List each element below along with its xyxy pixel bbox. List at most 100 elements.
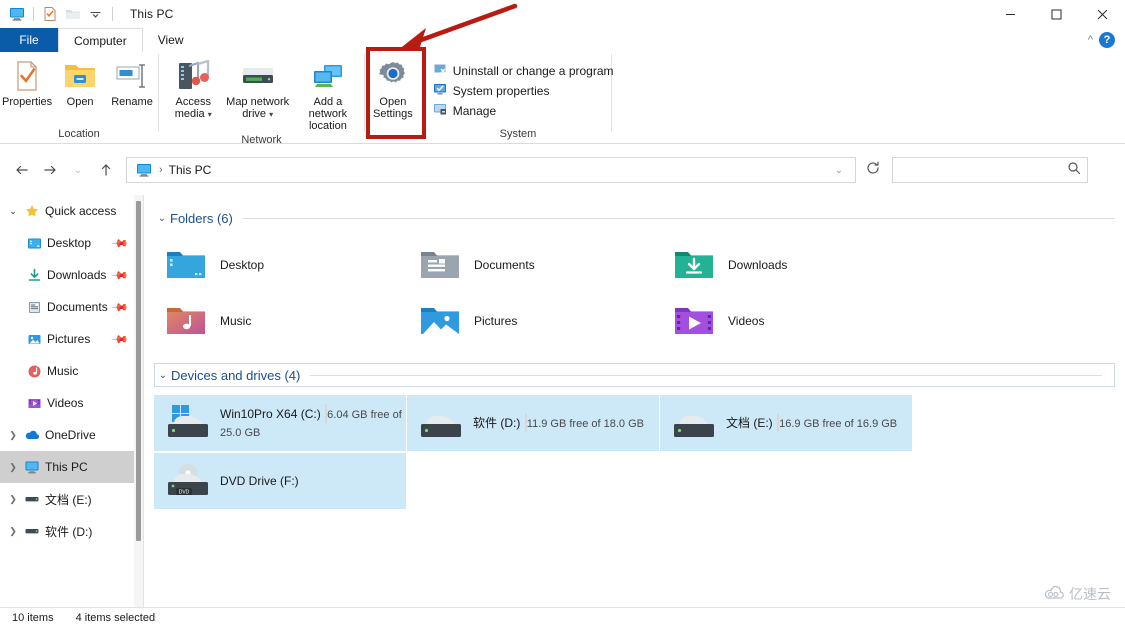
tab-view[interactable]: View (143, 28, 199, 52)
sidebar-item-label: 软件 (D:) (45, 523, 92, 540)
open-button[interactable]: Open (54, 56, 106, 108)
properties-icon[interactable] (41, 5, 59, 23)
sidebar-item-pictures[interactable]: Pictures 📌 (0, 323, 143, 355)
system-small-commands: Uninstall or change a program System pro… (415, 56, 618, 121)
open-settings-button[interactable]: Open Settings (371, 56, 415, 120)
sidebar-item-label: This PC (45, 460, 88, 474)
sidebar-item-videos[interactable]: Videos (0, 387, 143, 419)
forward-button[interactable] (36, 156, 64, 184)
chevron-down-icon[interactable]: ⌄ (4, 206, 22, 217)
back-button[interactable] (8, 156, 36, 184)
system-properties-item[interactable]: System properties (429, 81, 618, 101)
drive-name: 软件 (D:) (473, 416, 520, 430)
access-media-button[interactable]: Access media ▾ (163, 56, 224, 121)
manage-item[interactable]: Manage (429, 101, 618, 121)
up-button[interactable] (92, 156, 120, 184)
rename-label: Rename (111, 96, 153, 108)
sidebar-item-documents[interactable]: Documents 📌 (0, 291, 143, 323)
sidebar-item-onedrive[interactable]: ❯ OneDrive (0, 419, 143, 451)
search-icon[interactable] (1067, 161, 1081, 180)
sidebar-item-label: Downloads (47, 268, 106, 282)
drive-tile-e[interactable]: 文档 (E:) 16.9 GB free of 16.9 GB (660, 395, 912, 451)
drive-info: DVD Drive (F:) (220, 472, 404, 490)
sidebar-item-quick-access[interactable]: ⌄ Quick access (0, 195, 143, 227)
map-network-drive-button[interactable]: Map network drive ▾ (224, 56, 292, 121)
recent-locations-button[interactable]: ⌄ (64, 156, 92, 184)
folder-tile-music[interactable]: Music (154, 293, 408, 349)
drive-tile-d[interactable]: 软件 (D:) 11.9 GB free of 18.0 GB (407, 395, 659, 451)
pin-icon[interactable]: 📌 (111, 330, 130, 349)
sidebar-item-this-pc[interactable]: ❯ This PC (0, 451, 134, 483)
close-button[interactable] (1079, 0, 1125, 28)
folder-tile-videos[interactable]: Videos (662, 293, 916, 349)
sidebar-item-music[interactable]: Music (0, 355, 143, 387)
sidebar-scrollbar-thumb[interactable] (136, 201, 141, 541)
collapse-ribbon-icon[interactable]: ^ (1088, 34, 1093, 46)
hard-drive-icon (668, 400, 720, 446)
search-box[interactable] (892, 157, 1088, 183)
chevron-down-icon[interactable]: ⌄ (154, 213, 170, 224)
access-media-caret-icon[interactable]: ▾ (208, 110, 212, 119)
folder-icon[interactable] (64, 5, 82, 23)
watermark: 亿速云 (1043, 584, 1111, 604)
ribbon-group-system-label: System (365, 126, 611, 144)
chevron-right-icon[interactable]: ❯ (4, 526, 22, 537)
drive-tile-c[interactable]: Win10Pro X64 (C:) 6.04 GB free of 25.0 G… (154, 395, 406, 451)
sidebar-item-drive-d[interactable]: ❯ 软件 (D:) (0, 515, 143, 547)
help-icon[interactable]: ? (1099, 32, 1115, 48)
properties-button[interactable]: Properties (0, 56, 54, 108)
chevron-down-icon[interactable] (87, 5, 105, 23)
content-area: ⌄ Quick access Desktop 📌 Downloads 📌 (0, 195, 1125, 607)
quick-access-toolbar: This PC (0, 0, 173, 28)
chevron-right-icon[interactable]: ❯ (4, 430, 22, 441)
pin-icon[interactable]: 📌 (111, 298, 130, 317)
sidebar-item-label: Desktop (47, 236, 91, 250)
chevron-right-icon[interactable]: ❯ (4, 462, 22, 473)
pin-icon[interactable]: 📌 (111, 266, 130, 285)
folder-tile-pictures[interactable]: Pictures (408, 293, 662, 349)
folder-name: Videos (728, 314, 764, 328)
search-input[interactable] (899, 163, 1067, 177)
folders-tile-grid: Desktop Documents Downloads (154, 237, 1125, 349)
refresh-button[interactable] (862, 161, 884, 180)
uninstall-program-item[interactable]: Uninstall or change a program (429, 61, 618, 81)
folder-name: Pictures (474, 314, 517, 328)
map-drive-caret-icon[interactable]: ▾ (269, 110, 273, 119)
minimize-button[interactable] (987, 0, 1033, 28)
sidebar-item-downloads[interactable]: Downloads 📌 (0, 259, 143, 291)
breadcrumb-bar[interactable]: › This PC ⌄ (126, 157, 856, 183)
ribbon-group-system: Open Settings Uninstall or change a prog… (365, 52, 611, 144)
maximize-button[interactable] (1033, 0, 1079, 28)
downloads-icon (24, 266, 44, 284)
folder-tile-documents[interactable]: Documents (408, 237, 662, 293)
group-header-drives[interactable]: ⌄ Devices and drives (4) (154, 363, 1115, 387)
drive-tile-f[interactable]: DVD DVD Drive (F:) (154, 453, 406, 509)
drive-info: 文档 (E:) 16.9 GB free of 16.9 GB (726, 414, 910, 432)
tab-file[interactable]: File (0, 28, 58, 52)
chevron-right-icon[interactable]: ❯ (4, 494, 22, 505)
sidebar-item-drive-e[interactable]: ❯ 文档 (E:) (0, 483, 143, 515)
settings-gear-icon (376, 59, 410, 93)
rename-button[interactable]: Rename (106, 56, 158, 108)
group-header-folders[interactable]: ⌄ Folders (6) (154, 205, 1125, 231)
folder-tile-desktop[interactable]: Desktop (154, 237, 408, 293)
add-network-location-button[interactable]: Add a network location (292, 56, 364, 132)
sidebar-scrollbar[interactable] (134, 195, 143, 607)
address-bar: ⌄ › This PC ⌄ (0, 145, 1125, 195)
add-network-location-icon (311, 59, 345, 93)
address-dropdown-icon[interactable]: ⌄ (829, 165, 849, 176)
add-network-location-label: Add a network location (294, 96, 362, 132)
hard-drive-icon (415, 400, 467, 446)
pin-icon[interactable]: 📌 (111, 234, 130, 253)
videos-icon (24, 394, 44, 412)
drive-usage-bar (325, 404, 327, 423)
ribbon-group-location-items: Properties Open Rename (0, 52, 158, 126)
this-pc-icon[interactable] (8, 5, 26, 23)
chevron-down-icon[interactable]: ⌄ (155, 370, 171, 381)
window-title: This PC (130, 7, 173, 21)
sidebar-item-desktop[interactable]: Desktop 📌 (0, 227, 143, 259)
tab-computer[interactable]: Computer (58, 28, 143, 52)
folder-tile-downloads[interactable]: Downloads (662, 237, 916, 293)
drive-free-space: 11.9 GB free of 18.0 GB (527, 418, 644, 430)
breadcrumb-this-pc[interactable]: This PC (169, 163, 212, 177)
